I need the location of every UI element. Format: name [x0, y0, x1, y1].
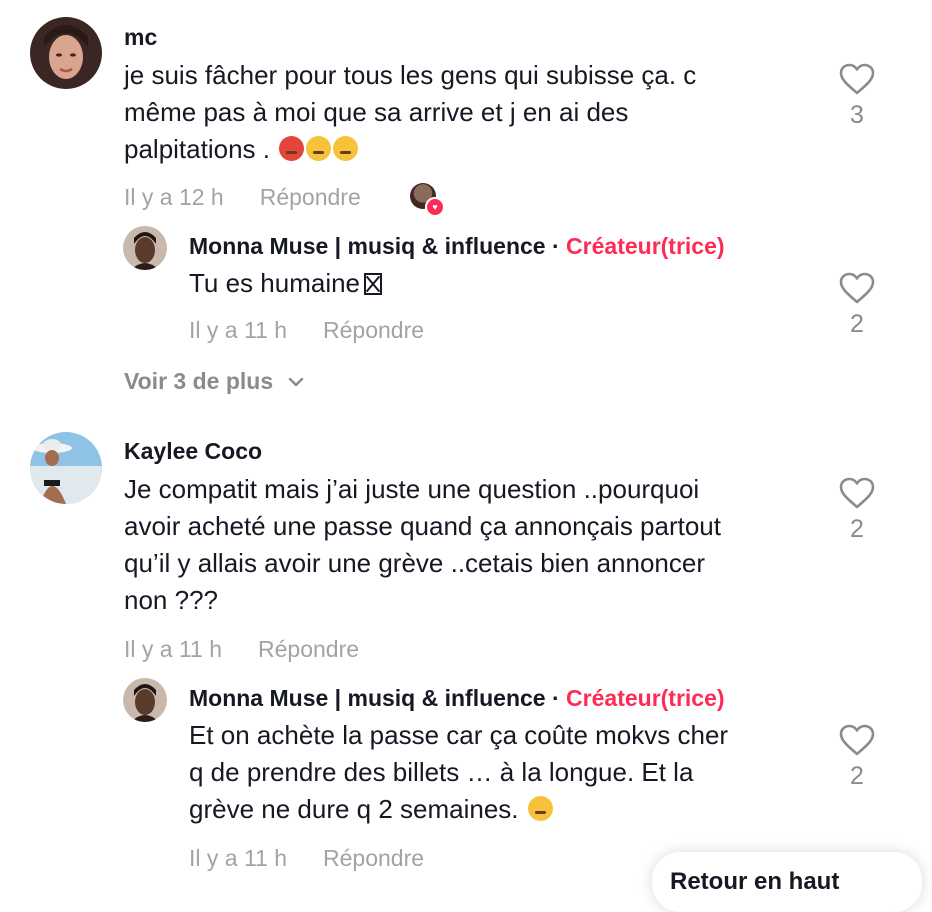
like-button[interactable]: 2: [832, 477, 882, 544]
reply-author-line: Monna Muse | musiq & influence · Créateu…: [189, 233, 725, 260]
separator: ·: [551, 685, 560, 711]
comment-text-line: je suis fâcher pour tous les gens qui su…: [124, 60, 697, 90]
avatar[interactable]: [123, 678, 167, 722]
reply-button[interactable]: Répondre: [323, 317, 424, 343]
comment-text-line: qu’il y allais avoir une grève ..cetais …: [124, 548, 706, 578]
like-button[interactable]: 2: [832, 272, 882, 339]
like-button[interactable]: 3: [832, 63, 882, 130]
chevron-down-icon: [288, 377, 303, 387]
heart-outline-icon: [839, 477, 875, 509]
comment-text: je suis fâcher pour tous les gens qui su…: [124, 57, 696, 168]
reply-button[interactable]: Répondre: [323, 845, 424, 871]
comment-meta: Il y a 12 h Répondre: [124, 184, 361, 211]
heart-badge-icon: ♥: [425, 197, 445, 217]
heart-outline-icon: [839, 724, 875, 756]
creator-badge: Créateur(trice): [566, 233, 725, 259]
avatar[interactable]: [123, 226, 167, 270]
comment-text-line: palpitations .: [124, 131, 696, 168]
heart-outline-icon: [839, 272, 875, 304]
separator: ·: [551, 233, 560, 259]
reply-author[interactable]: Monna Muse | musiq & influence: [189, 233, 546, 259]
reply-button[interactable]: Répondre: [258, 636, 359, 662]
comment-author[interactable]: Kaylee Coco: [124, 438, 262, 465]
reply-time: Il y a 11 h: [189, 317, 288, 343]
comment-text-line: non ???: [124, 585, 218, 615]
reply-meta: Il y a 11 h Répondre: [189, 845, 424, 872]
steam-nose-emoji-icon: [306, 136, 332, 161]
comment-text: Je compatit mais j’ai juste une question…: [124, 471, 721, 619]
comment-text-line: même pas à moi que sa arrive et j en ai …: [124, 97, 629, 127]
avatar[interactable]: [30, 432, 102, 504]
comment-time: Il y a 12 h: [124, 184, 224, 210]
like-button[interactable]: 2: [832, 724, 882, 791]
like-count: 2: [850, 515, 864, 543]
crying-emoji-icon: [333, 136, 359, 161]
like-count: 2: [850, 762, 864, 790]
reply-text: Tu es humaine: [189, 265, 383, 302]
reply-text-line: grève ne dure q 2 semaines.: [189, 791, 728, 828]
comment-time: Il y a 11 h: [124, 636, 223, 662]
comment-text-line: Je compatit mais j’ai juste une question…: [124, 474, 700, 504]
missing-glyph-icon: [364, 273, 383, 295]
angry-emoji-icon: [279, 136, 305, 161]
reply-text-line: Et on achète la passe car ça coûte mokvs…: [189, 720, 729, 750]
heart-outline-icon: [839, 63, 875, 95]
view-more-replies-button[interactable]: Voir 3 de plus: [124, 368, 304, 395]
unamused-emoji-icon: [527, 796, 553, 821]
reply-author[interactable]: Monna Muse | musiq & influence: [189, 685, 546, 711]
back-to-top-button[interactable]: Retour en haut: [652, 852, 922, 912]
reply-button[interactable]: Répondre: [260, 184, 361, 210]
avatar[interactable]: [30, 17, 102, 89]
reply-author-line: Monna Muse | musiq & influence · Créateu…: [189, 685, 725, 712]
reply-text-line: q de prendre des billets … à la longue. …: [189, 757, 694, 787]
reply-text: Et on achète la passe car ça coûte mokvs…: [189, 717, 728, 828]
comment-text-line: avoir acheté une passe quand ça annonçai…: [124, 511, 721, 541]
reply-meta: Il y a 11 h Répondre: [189, 317, 424, 344]
like-count: 3: [850, 101, 864, 129]
back-to-top-label: Retour en haut: [670, 868, 840, 895]
reply-time: Il y a 11 h: [189, 845, 288, 871]
like-count: 2: [850, 310, 864, 338]
creator-badge: Créateur(trice): [566, 685, 725, 711]
comment-author[interactable]: mc: [124, 24, 157, 51]
comment-meta: Il y a 11 h Répondre: [124, 636, 359, 663]
